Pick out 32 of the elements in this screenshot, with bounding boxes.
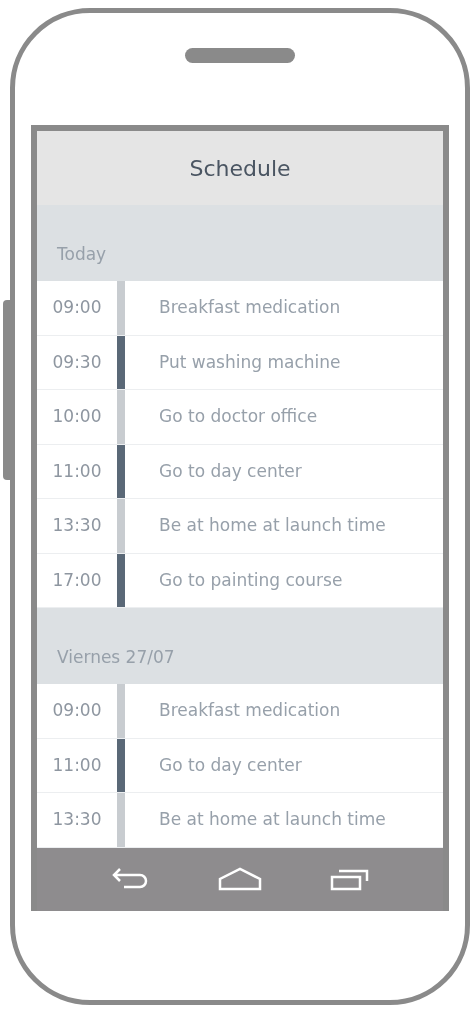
- event-title: Go to day center: [158, 459, 302, 483]
- event-row[interactable]: 13:30 Be at home at launch time: [37, 793, 443, 848]
- event-time: 13:30: [51, 514, 103, 537]
- recent-apps-icon[interactable]: [329, 867, 370, 891]
- section-title: Viernes 27/07: [57, 645, 175, 669]
- event-title: Put washing machine: [158, 350, 341, 374]
- event-row[interactable]: 09:30 Put washing machine: [37, 335, 443, 390]
- event-row[interactable]: 10:00 Go to doctor office: [37, 390, 443, 445]
- event-title: Go to doctor office: [158, 405, 318, 428]
- event-title: Go to painting course: [158, 568, 343, 592]
- app-title: Schedule: [189, 154, 291, 183]
- event-row[interactable]: 09:00 Breakfast medication: [37, 281, 443, 336]
- event-time: 11:00: [51, 753, 103, 777]
- event-time: 17:00: [51, 568, 103, 592]
- event-title: Go to day center: [158, 753, 302, 777]
- event-row[interactable]: 09:00 Breakfast medication: [37, 684, 443, 739]
- event-time: 11:00: [51, 459, 103, 483]
- event-title: Be at home at launch time: [158, 808, 386, 831]
- event-title: Breakfast medication: [158, 296, 341, 319]
- event-time: 09:30: [51, 350, 103, 374]
- event-title: Breakfast medication: [158, 699, 341, 722]
- event-row[interactable]: 13:30 Be at home at launch time: [37, 499, 443, 554]
- event-time: 09:00: [51, 699, 103, 722]
- home-icon[interactable]: [218, 867, 262, 891]
- event-time: 09:00: [51, 296, 103, 319]
- event-time: 13:30: [51, 808, 103, 831]
- event-title: Be at home at launch time: [158, 514, 386, 537]
- event-time: 10:00: [51, 405, 103, 428]
- section-title: Today: [57, 242, 107, 266]
- event-row[interactable]: 11:00 Go to day center: [37, 444, 443, 499]
- event-row[interactable]: 11:00 Go to day center: [37, 738, 443, 793]
- event-row[interactable]: 17:00 Go to painting course: [37, 553, 443, 608]
